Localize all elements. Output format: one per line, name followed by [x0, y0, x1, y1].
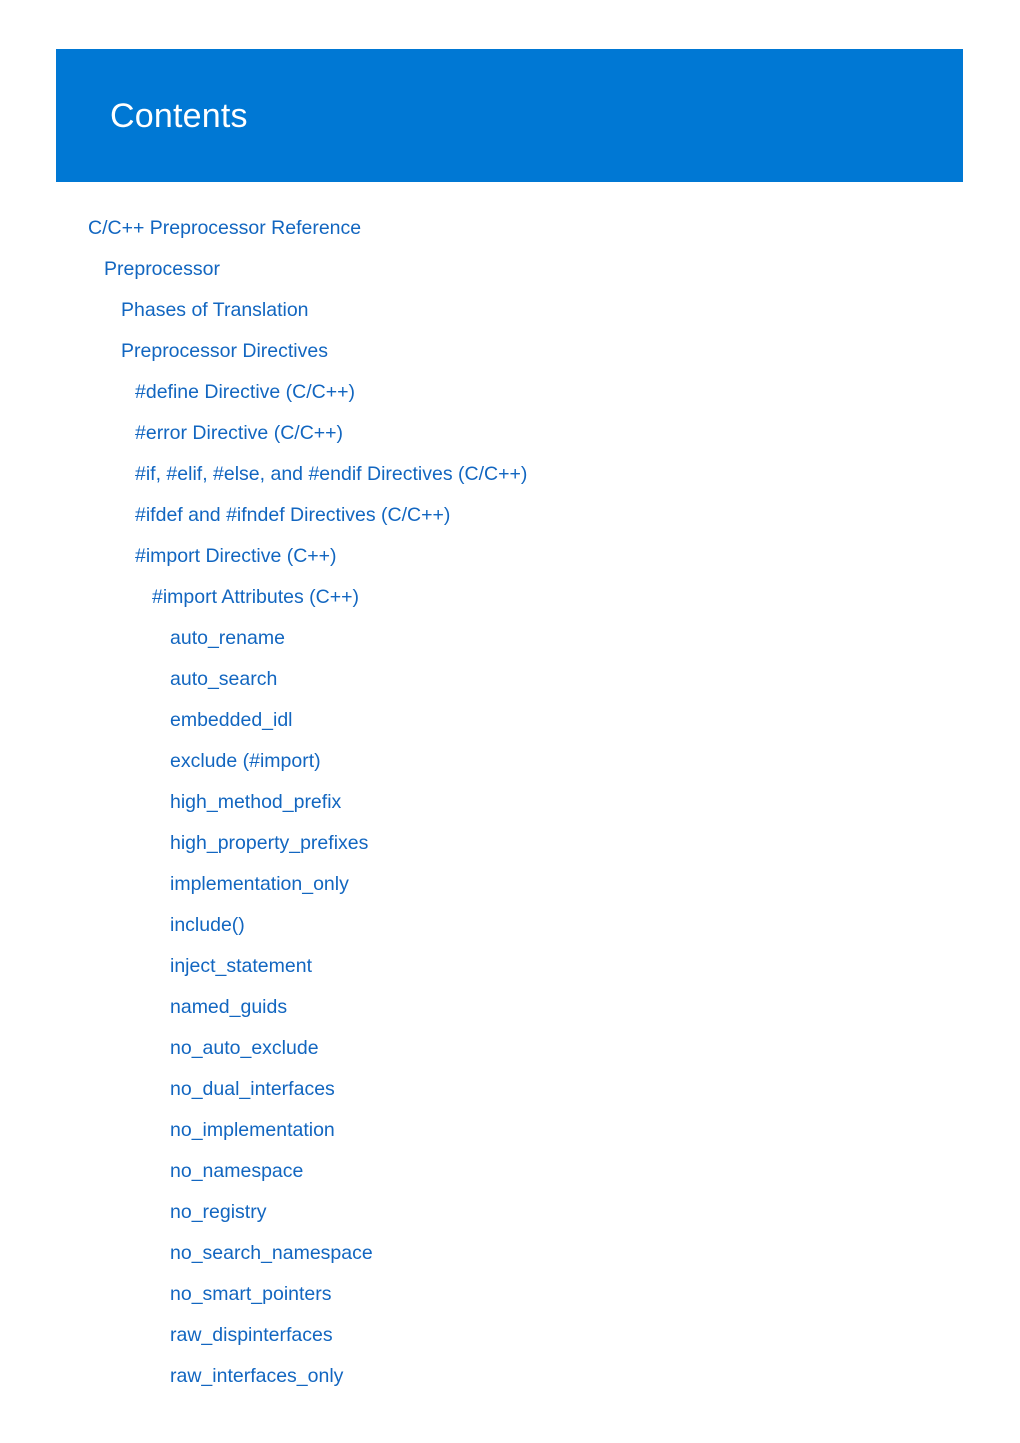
contents-banner: Contents	[56, 49, 963, 182]
toc-entry[interactable]: exclude (#import)	[0, 741, 1020, 782]
toc-entry-label[interactable]: #import Directive (C++)	[135, 536, 337, 577]
toc-entry-label[interactable]: no_smart_pointers	[170, 1274, 332, 1315]
toc-entry-label[interactable]: #error Directive (C/C++)	[135, 413, 343, 454]
toc-entry-label[interactable]: #if, #elif, #else, and #endif Directives…	[135, 454, 527, 495]
toc-entry[interactable]: no_namespace	[0, 1151, 1020, 1192]
toc-entry[interactable]: no_registry	[0, 1192, 1020, 1233]
table-of-contents: C/C++ Preprocessor Reference Preprocessor…	[0, 208, 1020, 1397]
toc-entry[interactable]: inject_statement	[0, 946, 1020, 987]
toc-entry-label[interactable]: #ifdef and #ifndef Directives (C/C++)	[135, 495, 450, 536]
toc-entry-label[interactable]: #import Attributes (C++)	[152, 577, 359, 618]
toc-entry[interactable]: Preprocessor Directives	[0, 331, 1020, 372]
toc-entry-label[interactable]: C/C++ Preprocessor Reference	[88, 208, 361, 249]
toc-entry[interactable]: raw_interfaces_only	[0, 1356, 1020, 1397]
toc-entry-label[interactable]: no_search_namespace	[170, 1233, 373, 1274]
toc-entry[interactable]: include()	[0, 905, 1020, 946]
toc-entry[interactable]: auto_search	[0, 659, 1020, 700]
toc-entry[interactable]: #if, #elif, #else, and #endif Directives…	[0, 454, 1020, 495]
toc-entry[interactable]: high_method_prefix	[0, 782, 1020, 823]
toc-entry[interactable]: embedded_idl	[0, 700, 1020, 741]
toc-entry[interactable]: no_search_namespace	[0, 1233, 1020, 1274]
toc-entry[interactable]: implementation_only	[0, 864, 1020, 905]
page-title: Contents	[110, 97, 248, 135]
toc-entry-label[interactable]: embedded_idl	[170, 700, 293, 741]
toc-entry-label[interactable]: auto_search	[170, 659, 277, 700]
toc-entry-label[interactable]: no_auto_exclude	[170, 1028, 319, 1069]
toc-entry[interactable]: #error Directive (C/C++)	[0, 413, 1020, 454]
toc-entry[interactable]: #import Attributes (C++)	[0, 577, 1020, 618]
toc-entry-label[interactable]: Phases of Translation	[121, 290, 309, 331]
toc-entry[interactable]: C/C++ Preprocessor Reference	[0, 208, 1020, 249]
toc-entry-label[interactable]: raw_dispinterfaces	[170, 1315, 333, 1356]
toc-entry[interactable]: no_smart_pointers	[0, 1274, 1020, 1315]
toc-entry-label[interactable]: no_namespace	[170, 1151, 303, 1192]
toc-entry-label[interactable]: Preprocessor	[104, 249, 220, 290]
toc-entry-label[interactable]: high_method_prefix	[170, 782, 341, 823]
toc-entry-label[interactable]: auto_rename	[170, 618, 285, 659]
toc-entry-label[interactable]: include()	[170, 905, 245, 946]
toc-entry-label[interactable]: no_registry	[170, 1192, 266, 1233]
toc-entry-label[interactable]: inject_statement	[170, 946, 312, 987]
toc-entry[interactable]: raw_dispinterfaces	[0, 1315, 1020, 1356]
toc-entry-label[interactable]: Preprocessor Directives	[121, 331, 328, 372]
toc-entry[interactable]: no_auto_exclude	[0, 1028, 1020, 1069]
toc-entry-label[interactable]: raw_interfaces_only	[170, 1356, 343, 1397]
toc-entry[interactable]: auto_rename	[0, 618, 1020, 659]
toc-entry[interactable]: no_implementation	[0, 1110, 1020, 1151]
toc-entry[interactable]: named_guids	[0, 987, 1020, 1028]
toc-entry[interactable]: no_dual_interfaces	[0, 1069, 1020, 1110]
toc-entry[interactable]: Phases of Translation	[0, 290, 1020, 331]
toc-entry[interactable]: Preprocessor	[0, 249, 1020, 290]
toc-entry[interactable]: high_property_prefixes	[0, 823, 1020, 864]
toc-entry[interactable]: #define Directive (C/C++)	[0, 372, 1020, 413]
toc-entry-label[interactable]: exclude (#import)	[170, 741, 321, 782]
document-page: Contents C/C++ Preprocessor Reference Pre…	[0, 0, 1020, 1443]
toc-entry-label[interactable]: implementation_only	[170, 864, 349, 905]
toc-entry[interactable]: #ifdef and #ifndef Directives (C/C++)	[0, 495, 1020, 536]
toc-entry-label[interactable]: named_guids	[170, 987, 287, 1028]
toc-entry-label[interactable]: high_property_prefixes	[170, 823, 368, 864]
toc-entry-label[interactable]: no_dual_interfaces	[170, 1069, 335, 1110]
toc-entry-label[interactable]: #define Directive (C/C++)	[135, 372, 355, 413]
toc-entry[interactable]: #import Directive (C++)	[0, 536, 1020, 577]
toc-entry-label[interactable]: no_implementation	[170, 1110, 335, 1151]
